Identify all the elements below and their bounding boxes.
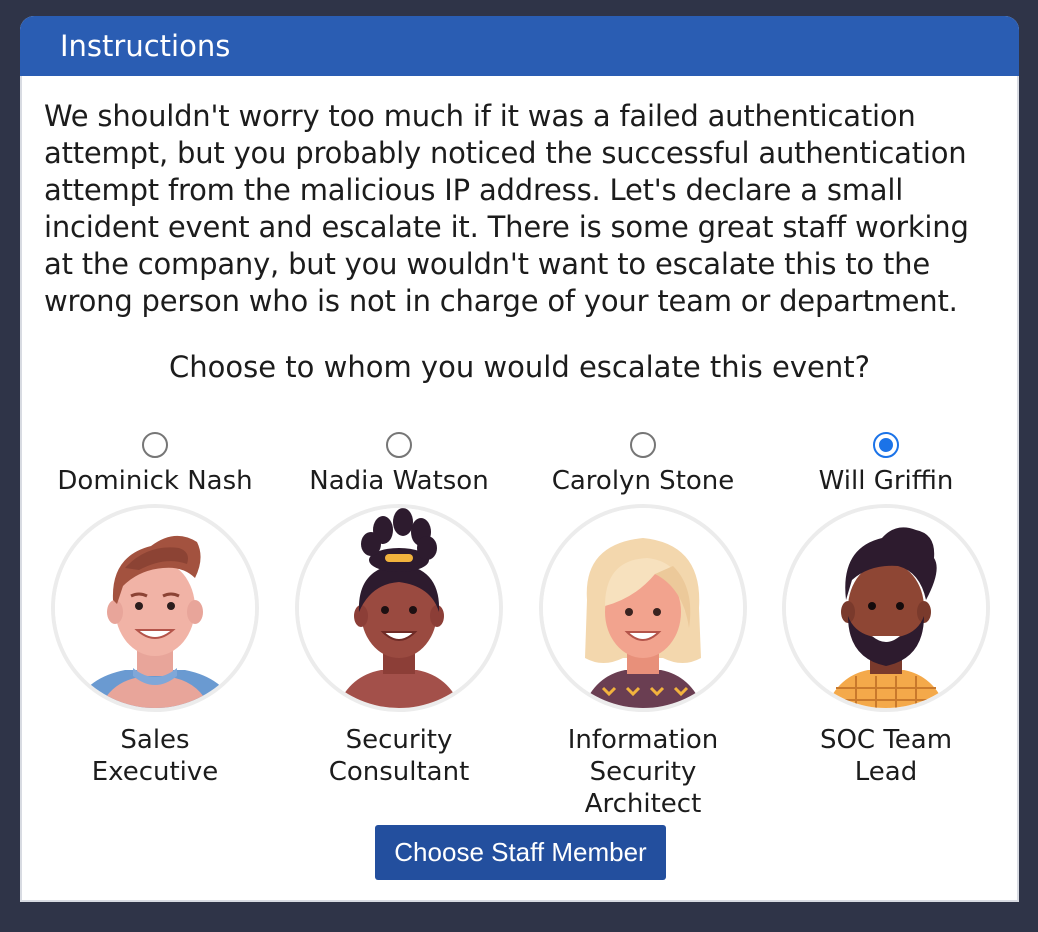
staff-radio[interactable] [142, 432, 168, 458]
man-beard-avatar-icon [782, 504, 990, 712]
staff-radio[interactable] [386, 432, 412, 458]
staff-name: Nadia Watson [309, 466, 489, 496]
staff-role: Sales Executive [91, 725, 219, 787]
staff-radio[interactable] [630, 432, 656, 458]
instructions-panel: Instructions We shouldn't worry too much… [20, 16, 1019, 902]
staff-option-nadia-watson[interactable]: Nadia Watson Security Consultant [288, 432, 510, 788]
staff-role: Information Security Architect [567, 725, 719, 819]
staff-name: Dominick Nash [57, 466, 253, 496]
panel-body: We shouldn't worry too much if it was a … [20, 76, 1019, 902]
staff-role: Security Consultant [328, 725, 470, 787]
woman-blonde-hair-avatar-icon [539, 504, 747, 712]
staff-role: SOC Team Lead [819, 725, 953, 787]
staff-option-dominick-nash[interactable]: Dominick Nash Sales Executive [44, 432, 266, 788]
instructions-text: We shouldn't worry too much if it was a … [44, 99, 969, 318]
staff-name: Will Griffin [818, 466, 954, 496]
staff-option-carolyn-stone[interactable]: Carolyn Stone Information Security Archi… [532, 432, 754, 820]
staff-name: Carolyn Stone [551, 466, 735, 496]
staff-radio[interactable] [873, 432, 899, 458]
question-text: Choose to whom you would escalate this e… [169, 350, 870, 384]
woman-hair-bun-avatar-icon [295, 504, 503, 712]
panel-title: Instructions [20, 16, 1019, 76]
man-brown-hair-avatar-icon [51, 504, 259, 712]
choose-staff-member-button[interactable]: Choose Staff Member [375, 825, 666, 880]
staff-option-will-griffin[interactable]: Will Griffin SOC Team Lead [775, 432, 997, 788]
